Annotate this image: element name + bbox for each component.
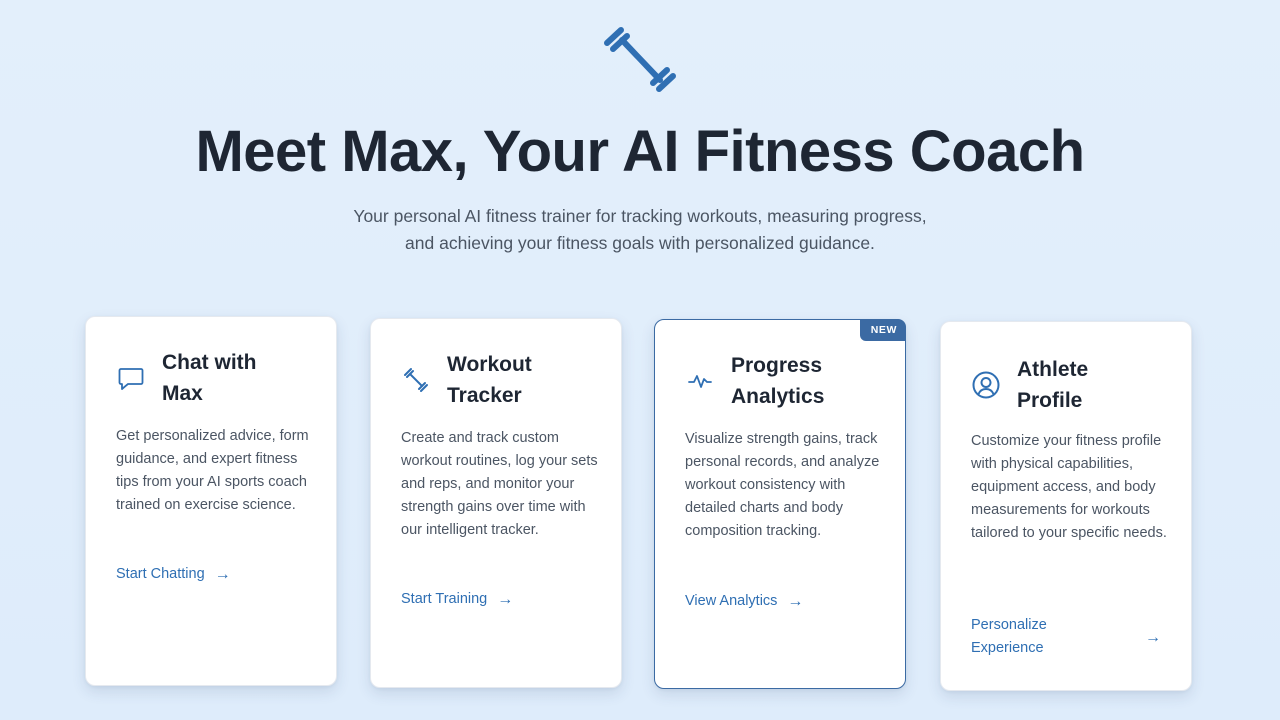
link-label-line: Experience — [971, 640, 1044, 656]
subtitle-line: Your personal AI fitness trainer for tra… — [353, 206, 927, 226]
chat-icon — [118, 368, 144, 390]
card-description: Create and track custom workout routines… — [401, 430, 598, 538]
card-title: Athlete Profile — [1017, 354, 1088, 416]
view-analytics-link[interactable]: View Analytics → — [685, 590, 875, 613]
card-title-line: Tracker — [447, 384, 522, 407]
card-title-line: Workout — [447, 353, 532, 376]
card-title-line: Progress — [731, 354, 823, 377]
card-header: Workout Tracker — [401, 349, 601, 411]
card-header: Athlete Profile — [971, 354, 1171, 416]
arrow-right-icon: → — [497, 591, 514, 608]
card-title: Workout Tracker — [447, 349, 532, 411]
link-label-line: Personalize — [971, 617, 1047, 633]
page-title: Meet Max, Your AI Fitness Coach — [195, 119, 1085, 184]
arrow-right-icon: → — [1145, 628, 1161, 646]
arrow-right-icon: → — [214, 566, 231, 583]
activity-icon — [688, 375, 712, 388]
card-header: Progress Analytics — [685, 350, 885, 412]
card-title-line: Max — [162, 382, 203, 405]
card-description: Customize your fitness profile with phys… — [971, 433, 1167, 541]
card-title-line: Analytics — [731, 385, 825, 408]
card-description: Visualize strength gains, track personal… — [685, 431, 880, 539]
start-chatting-link[interactable]: Start Chatting → — [116, 563, 306, 586]
link-label: View Analytics — [685, 593, 778, 609]
dumbbell-icon — [404, 368, 428, 392]
link-label: Personalize Experience — [971, 614, 1047, 660]
card-description: Get personalized advice, form guidance, … — [116, 428, 309, 513]
dumbbell-logo-icon — [604, 27, 676, 92]
card-title-line: Profile — [1017, 389, 1083, 412]
card-title-line: Chat with — [162, 351, 257, 374]
personalize-experience-link[interactable]: Personalize Experience → — [971, 614, 1161, 660]
card-title-line: Athlete — [1017, 358, 1089, 381]
card-athlete-profile[interactable]: Athlete Profile Customize your fitness p… — [940, 321, 1192, 691]
link-label: Start Training — [401, 591, 488, 607]
card-progress-analytics[interactable]: NEW Progress Analytics Visualize strengt… — [654, 319, 906, 689]
arrow-right-icon: → — [787, 593, 804, 610]
start-training-link[interactable]: Start Training → — [401, 588, 591, 611]
card-title: Progress Analytics — [731, 350, 824, 412]
new-badge: NEW — [859, 319, 906, 341]
card-workout-tracker[interactable]: Workout Tracker Create and track custom … — [370, 318, 622, 688]
link-label: Start Chatting — [116, 566, 205, 582]
subtitle-line: and achieving your fitness goals with pe… — [405, 233, 875, 253]
card-header: Chat with Max — [116, 347, 316, 409]
card-chat[interactable]: Chat with Max Get personalized advice, f… — [85, 316, 337, 686]
page-subtitle: Your personal AI fitness trainer for tra… — [300, 203, 980, 257]
user-circle-icon — [972, 371, 1000, 399]
card-title: Chat with Max — [162, 347, 257, 409]
